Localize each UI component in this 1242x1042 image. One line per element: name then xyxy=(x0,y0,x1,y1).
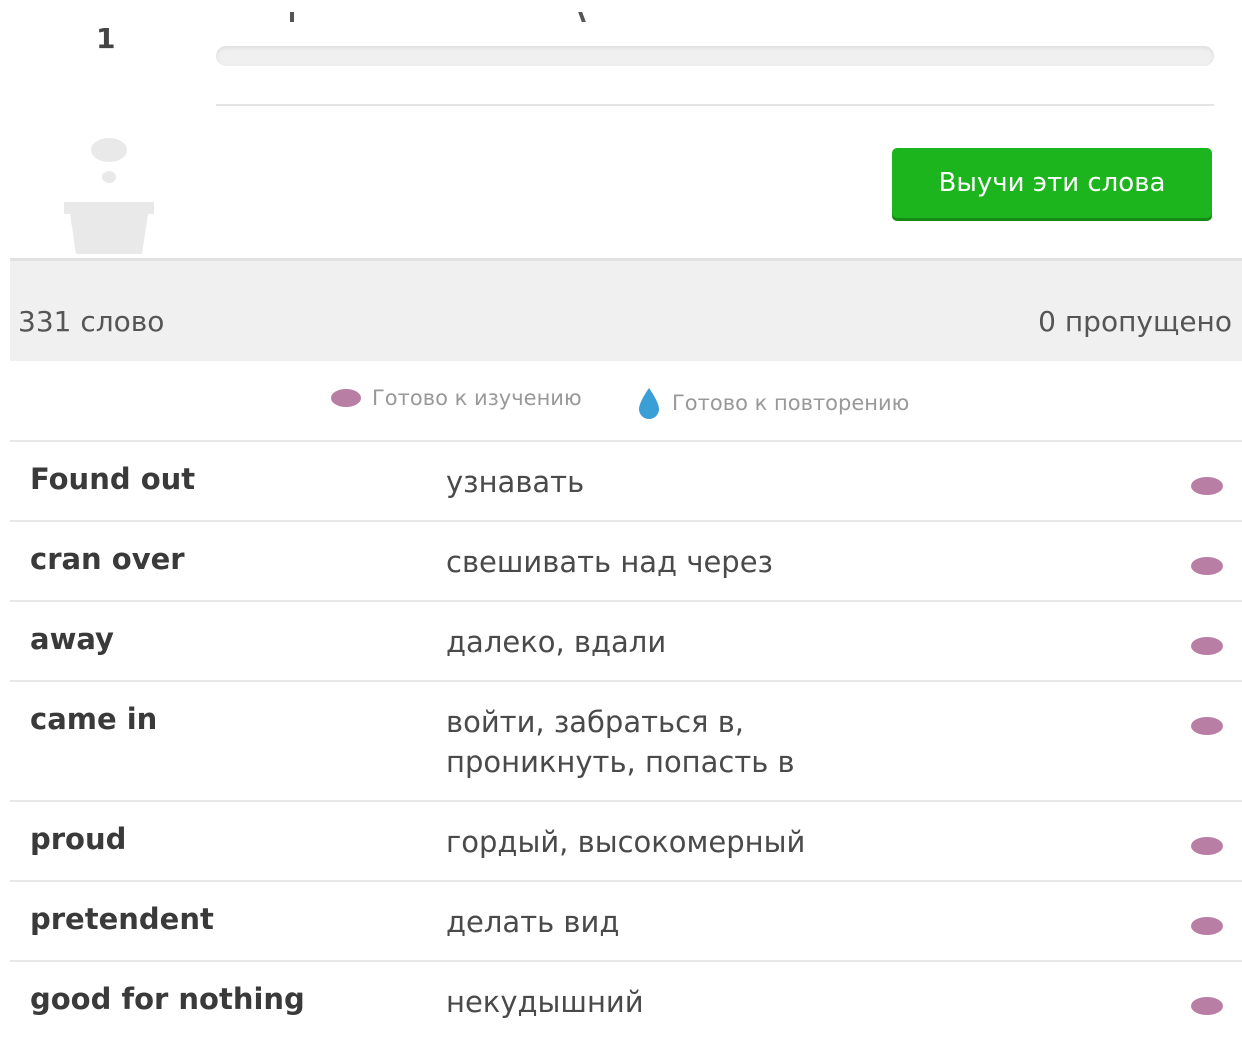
word-definition: свешивать над через xyxy=(446,545,773,579)
word-term: pretendent xyxy=(30,902,214,936)
word-row[interactable]: away далеко, вдали xyxy=(10,602,1242,682)
seed-icon xyxy=(331,389,361,407)
seed-icon xyxy=(1191,477,1223,495)
seed-icon xyxy=(1191,557,1223,575)
legend-ready-to-review: Готово к повторению xyxy=(636,386,909,420)
word-row[interactable]: cran over свешивать над через xyxy=(10,522,1242,602)
level-title-fragment xyxy=(280,0,600,30)
seed-icon xyxy=(1191,997,1223,1015)
word-count: 331 слово xyxy=(18,305,165,338)
word-definition: далеко, вдали xyxy=(446,625,667,659)
word-definition: войти, забраться в, проникнуть, попасть … xyxy=(446,705,795,779)
plant-pot-icon xyxy=(64,138,154,254)
word-term: proud xyxy=(30,822,127,856)
word-term: came in xyxy=(30,702,158,736)
level-progress-bar xyxy=(216,46,1214,66)
word-term: good for nothing xyxy=(30,982,305,1016)
word-term: away xyxy=(30,622,114,656)
legend-ready-to-learn: Готово к изучению xyxy=(330,386,582,410)
word-row[interactable]: proud гордый, высокомерный xyxy=(10,802,1242,882)
divider xyxy=(216,104,1214,106)
legend: Готово к изучению Готово к повторению xyxy=(10,360,1242,442)
word-definition: узнавать xyxy=(446,465,585,499)
water-drop-icon xyxy=(639,388,659,419)
seed-icon xyxy=(1191,917,1223,935)
skipped-count: 0 пропущено xyxy=(1038,305,1232,338)
legend-learn-label: Готово к изучению xyxy=(372,386,582,410)
word-term: Found out xyxy=(30,462,196,496)
level-number: 1 xyxy=(96,22,116,55)
word-row[interactable]: good for nothing некудышний xyxy=(10,962,1242,1042)
word-row[interactable]: Found out узнавать xyxy=(10,442,1242,522)
legend-review-label: Готово к повторению xyxy=(672,391,910,415)
word-definition: гордый, высокомерный xyxy=(446,825,806,859)
seed-icon xyxy=(1191,637,1223,655)
word-row[interactable]: pretendent делать вид xyxy=(10,882,1242,962)
word-row[interactable]: came in войти, забраться в, проникнуть, … xyxy=(10,682,1242,802)
learn-words-button[interactable]: Выучи эти слова xyxy=(892,148,1212,218)
seed-icon xyxy=(1191,837,1223,855)
word-definition: некудышний xyxy=(446,985,644,1019)
word-list: Found out узнавать cran over свешивать н… xyxy=(10,442,1242,1042)
seed-icon xyxy=(1191,717,1223,735)
word-definition: делать вид xyxy=(446,905,620,939)
stats-bar: 331 слово 0 пропущено xyxy=(10,258,1242,361)
word-term: cran over xyxy=(30,542,185,576)
